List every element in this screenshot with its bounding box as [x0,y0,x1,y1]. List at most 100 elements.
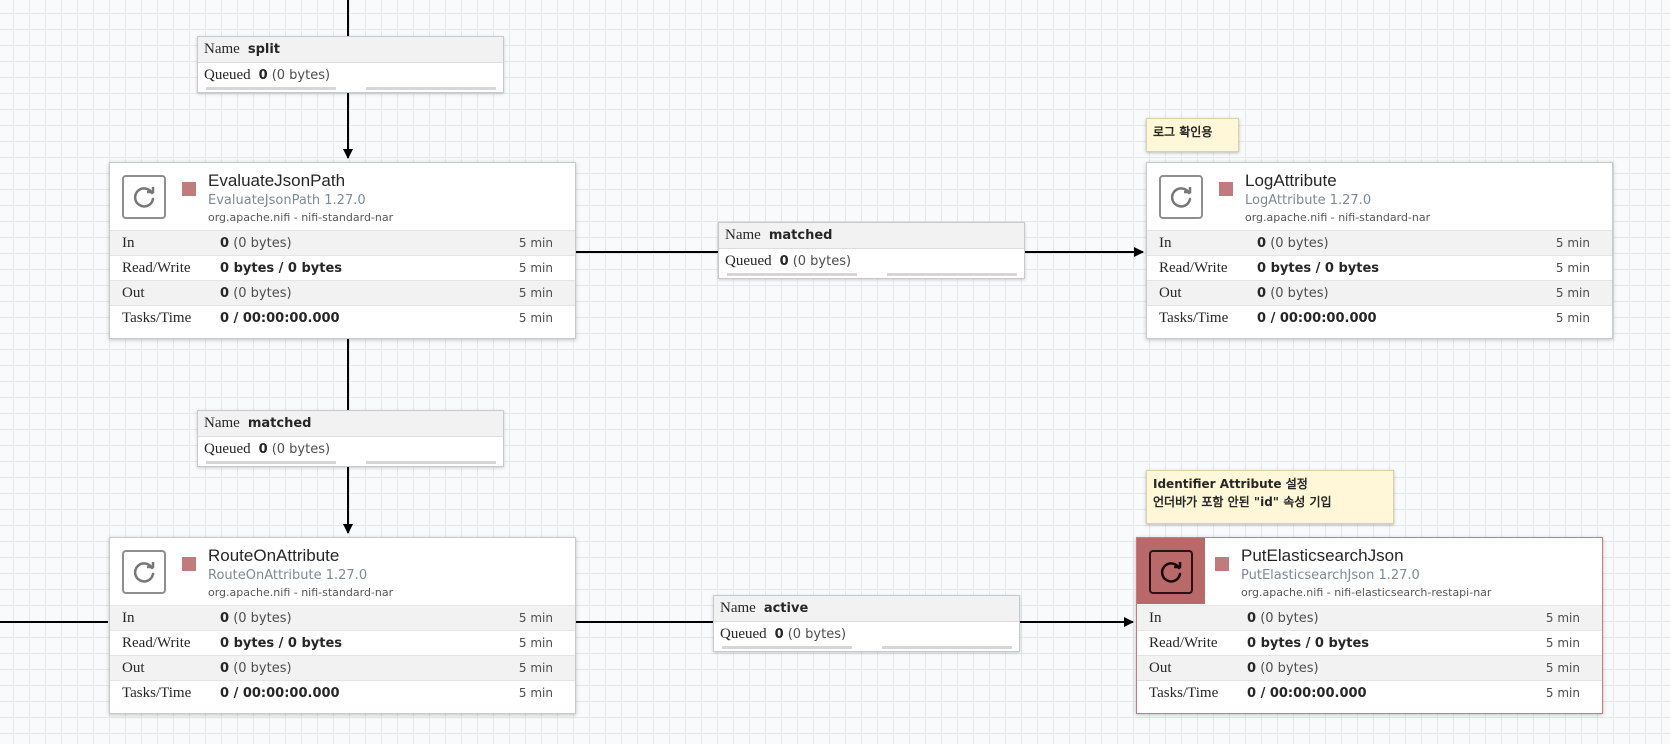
queued-key: Queued [725,253,772,269]
stat-label: In [1159,234,1172,251]
stat-value: 0 / 00:00:00.000 [220,310,340,326]
queued-bytes: (0 bytes) [271,68,331,83]
name-key: Name [204,415,240,431]
stat-row-readwrite: Read/Write 0 bytes / 0 bytes 5 min [110,255,575,280]
stat-value: 0 bytes / 0 bytes [220,260,343,276]
stat-row-out: Out 0 (0 bytes) 5 min [1137,655,1602,680]
processor-version: LogAttribute 1.27.0 [1245,193,1372,208]
stat-row-tasks: Tasks/Time 0 / 00:00:00.000 5 min [1147,305,1612,330]
stat-window: 5 min [518,236,553,250]
queued-count: 0 [258,68,268,83]
queued-key: Queued [204,67,251,83]
connection-queued-row: Queued 0 (0 bytes) [719,249,1024,274]
stat-value: 0 (0 bytes) [220,660,292,676]
queue-bar-size [882,646,1012,649]
name-key: Name [720,600,756,616]
stat-label: Read/Write [122,634,191,651]
processor-icon [122,175,166,219]
queued-bytes: (0 bytes) [787,627,847,642]
stat-label: Tasks/Time [122,684,192,701]
stat-value: 0 (0 bytes) [220,610,292,626]
queue-bar-count [206,461,336,464]
processor-version: EvaluateJsonPath 1.27.0 [208,193,366,208]
processor-putelasticsearchjson[interactable]: PutElasticsearchJson PutElasticsearchJso… [1136,537,1603,714]
processor-version: PutElasticsearchJson 1.27.0 [1241,568,1420,583]
connection-matched-down[interactable]: Name matched Queued 0 (0 bytes) [197,410,504,467]
processor-bundle: org.apache.nifi - nifi-standard-nar [208,211,394,224]
queued-key: Queued [720,626,767,642]
connection-active[interactable]: Name active Queued 0 (0 bytes) [713,595,1020,652]
processor-stats: In 0 (0 bytes) 5 min Read/Write 0 bytes … [1147,230,1612,330]
stat-window: 5 min [1545,636,1580,650]
queue-bar-count [722,646,852,649]
stopped-status-icon [1215,557,1229,571]
stat-label: In [1149,609,1162,626]
connection-queued-row: Queued 0 (0 bytes) [198,63,503,88]
queue-bar-size [366,87,496,90]
stat-window: 5 min [518,686,553,700]
queue-bar-count [206,87,336,90]
connection-split[interactable]: Name split Queued 0 (0 bytes) [197,36,504,93]
stat-window: 5 min [1555,236,1590,250]
connection-name: matched [247,416,312,431]
stat-value: 0 (0 bytes) [220,285,292,301]
processor-bundle: org.apache.nifi - nifi-standard-nar [1245,211,1431,224]
stat-value: 0 (0 bytes) [1257,285,1329,301]
stat-window: 5 min [518,661,553,675]
queue-bar-count [727,273,857,276]
connection-name-row: Name matched [719,223,1024,249]
flow-canvas[interactable]: 로그 확인용 Identifier Attribute 설정 언더바가 포함 안… [0,0,1670,744]
stat-label: Tasks/Time [122,309,192,326]
note-identifier-attribute[interactable]: Identifier Attribute 설정 언더바가 포함 안된 "id" … [1146,470,1394,524]
queued-bytes: (0 bytes) [792,254,852,269]
note-log-check[interactable]: 로그 확인용 [1146,118,1239,152]
note-line: Identifier Attribute 설정 [1153,477,1308,491]
processor-name: EvaluateJsonPath [208,171,346,190]
stopped-status-icon [1219,182,1233,196]
connection-name-row: Name active [714,596,1019,622]
processor-icon [1159,175,1203,219]
processor-header: LogAttribute LogAttribute 1.27.0 org.apa… [1147,163,1612,229]
stat-label: In [122,609,135,626]
processor-stats: In 0 (0 bytes) 5 min Read/Write 0 bytes … [110,230,575,330]
processor-version: RouteOnAttribute 1.27.0 [208,568,368,583]
processor-name: RouteOnAttribute [208,546,340,565]
stopped-status-icon [182,557,196,571]
queued-count: 0 [258,442,268,457]
processor-bundle: org.apache.nifi - nifi-standard-nar [208,586,394,599]
stat-value: 0 (0 bytes) [1257,235,1329,251]
processor-header: RouteOnAttribute RouteOnAttribute 1.27.0… [110,538,575,604]
stat-row-in: In 0 (0 bytes) 5 min [110,230,575,255]
connection-name: split [247,42,280,57]
stat-label: Out [122,659,145,676]
stat-value: 0 / 00:00:00.000 [220,685,340,701]
name-key: Name [204,41,240,57]
stat-row-tasks: Tasks/Time 0 / 00:00:00.000 5 min [1137,680,1602,705]
stat-window: 5 min [1545,611,1580,625]
processor-icon [1149,550,1193,594]
processor-bundle: org.apache.nifi - nifi-elasticsearch-res… [1241,586,1492,599]
stat-row-out: Out 0 (0 bytes) 5 min [110,655,575,680]
processor-evaluatejsonpath[interactable]: EvaluateJsonPath EvaluateJsonPath 1.27.0… [109,162,576,339]
note-line: 로그 확인용 [1153,125,1213,139]
connection-queued-row: Queued 0 (0 bytes) [198,437,503,462]
connection-name: matched [768,228,833,243]
stat-row-out: Out 0 (0 bytes) 5 min [1147,280,1612,305]
connection-name-row: Name split [198,37,503,63]
stat-row-readwrite: Read/Write 0 bytes / 0 bytes 5 min [1137,630,1602,655]
processor-routeonattribute[interactable]: RouteOnAttribute RouteOnAttribute 1.27.0… [109,537,576,714]
stat-value: 0 (0 bytes) [1247,610,1319,626]
processor-logattribute[interactable]: LogAttribute LogAttribute 1.27.0 org.apa… [1146,162,1613,339]
stat-value: 0 bytes / 0 bytes [1257,260,1380,276]
stat-label: Tasks/Time [1159,309,1229,326]
stat-row-readwrite: Read/Write 0 bytes / 0 bytes 5 min [1147,255,1612,280]
processor-name: LogAttribute [1245,171,1337,190]
stat-window: 5 min [518,261,553,275]
queued-key: Queued [204,441,251,457]
stat-label: Out [1149,659,1172,676]
stat-window: 5 min [518,636,553,650]
stat-window: 5 min [518,611,553,625]
stat-label: Read/Write [1159,259,1228,276]
stopped-status-icon [182,182,196,196]
connection-matched-right[interactable]: Name matched Queued 0 (0 bytes) [718,222,1025,279]
